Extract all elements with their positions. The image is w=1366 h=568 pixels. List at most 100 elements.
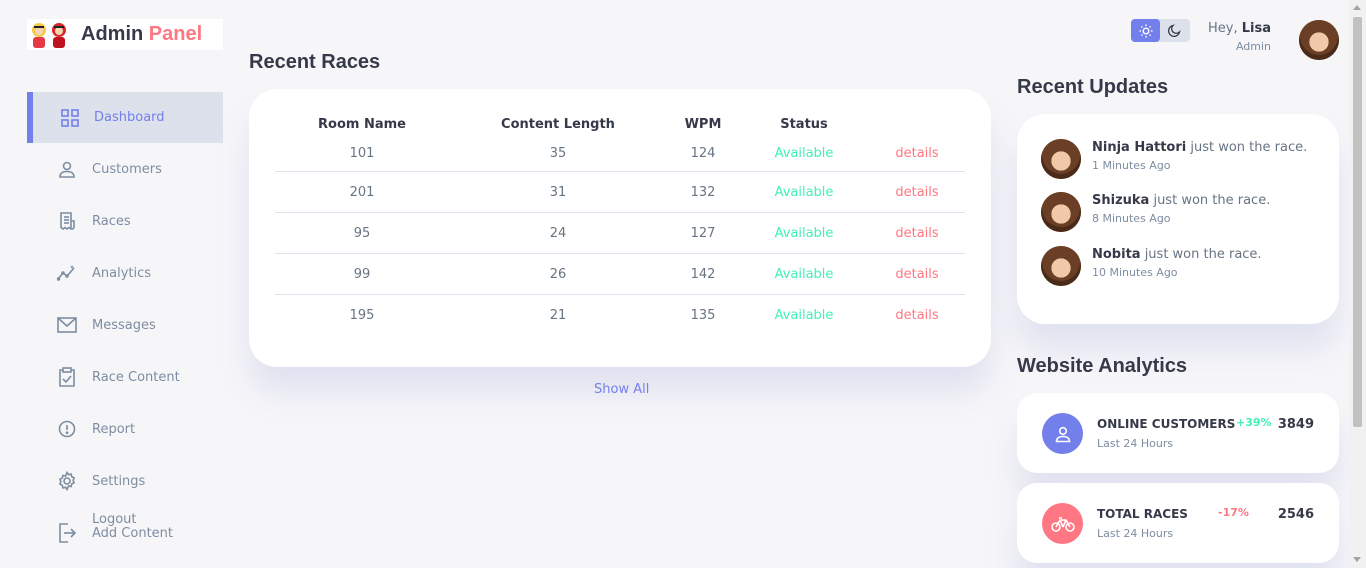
races-table: Room Name Content Length WPM Status 101 … <box>275 113 965 336</box>
sidebar-item-label: Add Content <box>92 525 174 541</box>
avatar <box>1041 192 1081 232</box>
update-item: Nobita just won the race. 10 Minutes Ago <box>1041 246 1262 286</box>
sidebar-item-dashboard[interactable]: Dashboard <box>27 92 223 143</box>
update-item: Ninja Hattori just won the race. 1 Minut… <box>1041 139 1307 179</box>
column-header: Status <box>780 117 828 132</box>
recent-races-table-card: Room Name Content Length WPM Status 101 … <box>249 89 991 367</box>
brand-title: Admin Panel <box>81 23 203 45</box>
person-icon <box>1042 413 1083 454</box>
theme-toggler[interactable] <box>1131 19 1190 42</box>
sidebar-item-customers[interactable]: Customers <box>27 143 223 195</box>
recent-updates-card: Ninja Hattori just won the race. 1 Minut… <box>1017 114 1339 324</box>
greeting: Hey, Lisa <box>1208 21 1271 36</box>
length-cell: 35 <box>449 136 667 172</box>
sidebar-item-add-content[interactable]: Add Content Logout <box>27 507 223 559</box>
details-link[interactable]: details <box>869 213 965 254</box>
logout-label[interactable]: Logout <box>92 512 137 527</box>
details-link[interactable]: details <box>869 172 965 213</box>
stat-value: 3849 <box>1277 417 1314 432</box>
table-row: 101 35 124 Available details <box>275 136 965 172</box>
update-time: 1 Minutes Ago <box>1092 159 1171 172</box>
stat-value: 2546 <box>1277 507 1314 522</box>
sidebar-item-label: Messages <box>92 317 156 333</box>
update-message: Ninja Hattori just won the race. <box>1092 140 1308 155</box>
status-cell: Available <box>739 136 869 172</box>
length-cell: 26 <box>449 254 667 295</box>
sidebar-item-settings[interactable]: Settings <box>27 455 223 507</box>
wpm-cell: 135 <box>690 308 716 323</box>
sidebar-item-messages[interactable]: Messages <box>27 299 223 351</box>
show-all-link[interactable]: Show All <box>594 382 649 397</box>
update-time: 8 Minutes Ago <box>1092 212 1171 225</box>
scroll-down-icon[interactable] <box>1353 557 1361 562</box>
dark-mode-icon[interactable] <box>1160 19 1189 42</box>
table-header-row: Room Name Content Length WPM Status <box>275 113 965 136</box>
sidebar-item-label: Settings <box>92 473 146 489</box>
room-cell: 195 <box>349 308 375 323</box>
receipt-icon <box>56 210 78 232</box>
table-row: 195 21 135 Available details <box>275 295 965 336</box>
profile-info: Hey, Lisa Admin <box>1208 21 1271 53</box>
wpm-cell: 124 <box>667 136 739 172</box>
room-cell: 201 <box>275 172 449 213</box>
sidebar-item-report[interactable]: Report <box>27 403 223 455</box>
alert-circle-icon <box>56 418 78 440</box>
sidebar-item-analytics[interactable]: Analytics <box>27 247 223 299</box>
sidebar-item-label: Race Content <box>92 369 180 385</box>
sidebar: Dashboard Customers Races Analytics Mess… <box>27 92 223 559</box>
page-scrollbar[interactable] <box>1349 0 1366 568</box>
logout-icon <box>56 522 78 544</box>
table-row: 95 24 127 Available details <box>275 213 965 254</box>
mail-icon <box>56 314 78 336</box>
avatar <box>1041 139 1081 179</box>
room-cell: 101 <box>275 136 449 172</box>
light-mode-icon[interactable] <box>1131 19 1160 42</box>
update-message: Shizuka just won the race. <box>1092 193 1271 208</box>
update-message: Nobita just won the race. <box>1092 247 1262 262</box>
stat-percentage: -17% <box>1218 506 1249 519</box>
avatar[interactable] <box>1299 20 1339 60</box>
gear-icon <box>56 470 78 492</box>
sidebar-item-label: Analytics <box>92 265 152 281</box>
column-header: Content Length <box>501 117 615 132</box>
sidebar-item-race-content[interactable]: Race Content <box>27 351 223 403</box>
status-cell: Available <box>739 213 869 254</box>
status-cell: Available <box>739 172 869 213</box>
sidebar-item-label: Dashboard <box>94 110 165 125</box>
sidebar-item-label: Report <box>92 421 136 437</box>
scrollbar-thumb[interactable] <box>1353 17 1362 427</box>
scroll-up-icon[interactable] <box>1353 5 1361 10</box>
details-link[interactable]: details <box>869 295 965 336</box>
table-row: 99 26 142 Available details <box>275 254 965 295</box>
clipboard-check-icon <box>56 366 78 388</box>
insights-icon <box>56 262 78 284</box>
column-header <box>869 113 965 136</box>
sidebar-item-races[interactable]: Races <box>27 195 223 247</box>
status-cell: Available <box>739 254 869 295</box>
stat-period: Last 24 Hours <box>1097 527 1174 540</box>
sidebar-item-label: Races <box>92 213 131 229</box>
wpm-cell: 142 <box>667 254 739 295</box>
update-time: 10 Minutes Ago <box>1092 266 1178 279</box>
avatar <box>1041 246 1081 286</box>
bicycle-icon <box>1042 503 1083 544</box>
column-header: WPM <box>684 117 722 132</box>
online-customers-card[interactable]: ONLINE CUSTOMERS Last 24 Hours +39% 3849 <box>1017 393 1339 473</box>
sidebar-item-label: Customers <box>92 161 162 177</box>
total-races-card[interactable]: TOTAL RACES Last 24 Hours -17% 2546 <box>1017 483 1339 563</box>
grid-icon <box>59 107 81 129</box>
wpm-cell: 132 <box>667 172 739 213</box>
wpm-cell: 127 <box>667 213 739 254</box>
website-analytics-title: Website Analytics <box>1017 355 1188 377</box>
person-icon <box>56 158 78 180</box>
details-link[interactable]: details <box>869 254 965 295</box>
length-cell: 24 <box>449 213 667 254</box>
stat-period: Last 24 Hours <box>1097 437 1174 450</box>
stat-name: ONLINE CUSTOMERS <box>1097 417 1236 431</box>
update-item: Shizuka just won the race. 8 Minutes Ago <box>1041 192 1270 232</box>
logo-icon <box>28 20 72 50</box>
user-role: Admin <box>1235 40 1271 53</box>
length-cell: 21 <box>549 308 567 323</box>
details-link[interactable]: details <box>869 136 965 172</box>
recent-updates-title: Recent Updates <box>1017 76 1169 98</box>
